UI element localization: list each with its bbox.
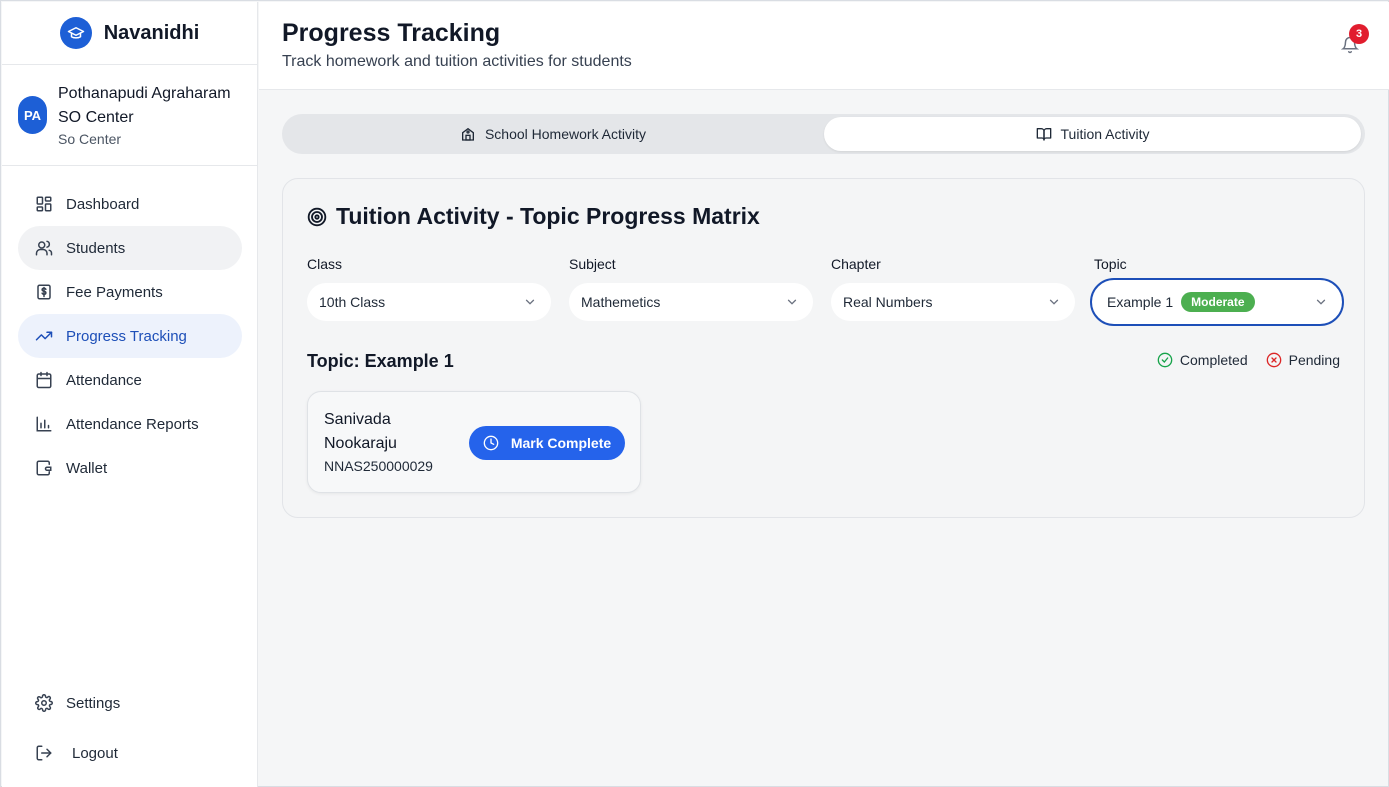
users-icon [35,240,53,256]
legend-completed-label: Completed [1179,352,1248,368]
sidebar-item-progress-tracking[interactable]: Progress Tracking [18,314,242,358]
activity-tabs: School Homework Activity Tuition Activit… [282,114,1365,154]
sidebar-item-label: Dashboard [66,195,140,213]
class-label: Class [307,256,343,272]
topic-value: Example 1 [1107,294,1174,310]
topic-progress-card: Tuition Activity - Topic Progress Matrix… [282,178,1365,518]
class-value: 10th Class [319,294,386,310]
tab-school-homework[interactable]: School Homework Activity [285,117,821,151]
sidebar-item-settings[interactable]: Settings [18,681,242,725]
sidebar-item-label: Students [66,239,126,257]
center-info: PA Pothanapudi Agraharam SO Center So Ce… [2,65,257,166]
center-type: So Center [58,131,122,147]
x-circle-icon [1266,352,1281,368]
mark-complete-label: Mark Complete [510,435,612,451]
topic-label: Topic [1094,256,1127,272]
check-circle-icon [1157,352,1173,368]
mark-complete-button[interactable]: Mark Complete [469,426,625,460]
wallet-icon [36,460,52,476]
chevron-down-icon [1049,299,1059,305]
subject-filter: Subject Mathemetics [569,256,813,321]
chapter-label: Chapter [831,256,881,272]
sidebar-nav: Dashboard Students Fee Payments Progress… [18,182,242,490]
book-open-icon [1036,127,1051,141]
chapter-value: Real Numbers [843,294,933,310]
sidebar-item-attendance[interactable]: Attendance [18,358,242,402]
sidebar-item-label: Progress Tracking [66,327,187,345]
student-card: Sanivada Nookaraju NNAS250000029 Mark Co… [307,391,641,493]
tab-label: School Homework Activity [484,126,647,142]
sidebar-item-attendance-reports[interactable]: Attendance Reports [18,402,242,446]
center-name: Pothanapudi Agraharam SO Center [58,85,231,126]
sidebar-item-label: Attendance [66,371,142,389]
sidebar-item-label: Attendance Reports [66,415,199,433]
dollar-icon [37,284,51,300]
trending-up-icon [35,331,53,341]
page-subtitle: Track homework and tuition activities fo… [282,53,632,70]
subject-select[interactable]: Mathemetics [569,283,813,321]
calendar-icon [36,371,52,389]
difficulty-badge: Moderate [1181,292,1255,312]
app-frame: Navanidhi PA Pothanapudi Agraharam SO Ce… [0,0,1389,787]
dashboard-icon [36,196,52,212]
legend-pending: Pending [1266,352,1340,368]
sidebar-item-students[interactable]: Students [18,226,242,270]
sidebar-item-label: Settings [66,694,121,712]
topic-filter: Topic Example 1 Moderate [1090,256,1344,326]
app-name: Navanidhi [103,21,200,44]
sidebar-item-logout[interactable]: Logout [18,731,242,775]
page-header: Progress Tracking Track homework and tui… [259,2,1389,90]
avatar: PA [18,96,47,134]
chevron-down-icon [787,299,797,305]
logout-icon [36,745,52,761]
card-title: Tuition Activity - Topic Progress Matrix [307,203,760,230]
school-icon [461,127,474,141]
chapter-select[interactable]: Real Numbers [831,283,1075,321]
subject-label: Subject [569,256,616,272]
class-filter: Class 10th Class [307,256,551,321]
brand: Navanidhi [2,2,257,65]
status-legend: Completed Pending [1157,352,1340,368]
sidebar-item-label: Wallet [66,459,108,477]
student-name: Sanivada Nookaraju [324,411,397,452]
bar-chart-icon [36,416,52,432]
card-title-text: Tuition Activity - Topic Progress Matrix [336,203,760,229]
subject-value: Mathemetics [581,294,661,310]
class-select[interactable]: 10th Class [307,283,551,321]
graduation-cap-icon [59,17,92,49]
topic-heading: Topic: Example 1 [307,351,454,371]
legend-completed: Completed [1157,352,1248,368]
target-icon [307,207,327,226]
gear-icon [35,694,53,712]
chevron-down-icon [1316,299,1326,305]
sidebar-bottom: Settings Logout [18,681,242,781]
sidebar-item-dashboard[interactable]: Dashboard [18,182,242,226]
legend-pending-label: Pending [1288,352,1340,368]
tab-label: Tuition Activity [1060,126,1150,142]
student-id: NNAS250000029 [324,458,433,474]
sidebar-item-label: Logout [72,744,118,762]
sidebar-item-wallet[interactable]: Wallet [18,446,242,490]
sidebar-item-fee-payments[interactable]: Fee Payments [18,270,242,314]
chevron-down-icon [525,299,535,305]
page-title: Progress Tracking [282,19,501,47]
topic-select[interactable]: Example 1 Moderate [1090,278,1344,326]
tab-tuition[interactable]: Tuition Activity [824,117,1361,151]
sidebar-item-label: Fee Payments [66,283,163,301]
chapter-filter: Chapter Real Numbers [831,256,1075,321]
clock-icon [483,435,499,451]
notification-badge: 3 [1349,24,1369,44]
sidebar: Navanidhi PA Pothanapudi Agraharam SO Ce… [2,2,258,787]
